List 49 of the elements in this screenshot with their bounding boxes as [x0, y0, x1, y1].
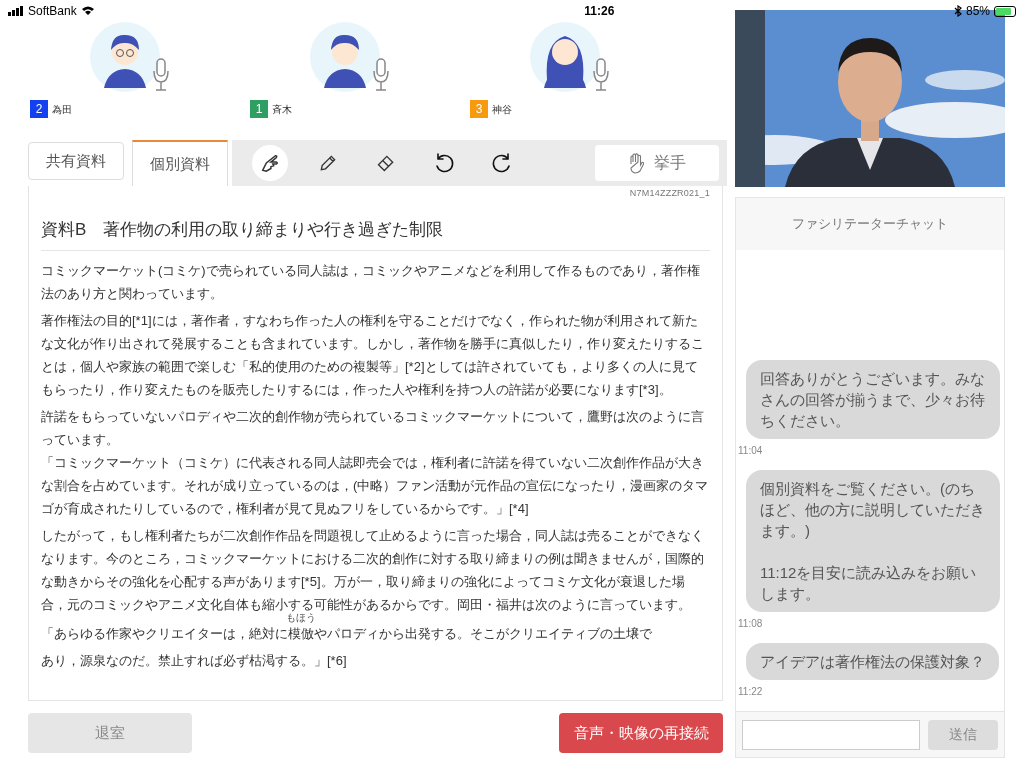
participant-name: 神谷 [492, 102, 512, 117]
hand-pointer-icon [259, 152, 281, 174]
send-button[interactable]: 送信 [928, 719, 998, 750]
document-title: 資料B 著作物の利用の取り締まりや行き過ぎた制限 [41, 216, 710, 251]
quote-text: やパロディから出発する。そこがクリエイティブの土壌で [314, 626, 652, 641]
document-paragraph: 「コミックマーケット（コミケ）に代表される同人誌即売会では，権利者に許諾を得ていない二次創作作品が大きな割合を占めています。それが成り立っているのは，(中略）ファン活動が元作品の宣伝になったり，漫画家のタマゴが育成されたりしているので，権利者が見て見ぬフリをしているからです。」[*4] [41, 454, 710, 518]
avatar-icon [530, 22, 600, 92]
chat-title: ファシリテーターチャット [736, 198, 1004, 250]
microphone-icon[interactable] [152, 58, 170, 92]
quote-text: 「あらゆる作家やクリエイターは，絶対に [41, 626, 288, 641]
leave-button[interactable]: 退室 [28, 713, 192, 753]
participant-number: 3 [470, 100, 488, 118]
ruby-reading: もほう [286, 613, 316, 623]
reconnect-button[interactable]: 音声・映像の再接続 [559, 713, 723, 753]
ruby-base-text: 模倣 [288, 626, 314, 641]
participant-number: 1 [250, 100, 268, 118]
bluetooth-icon [953, 5, 962, 17]
document-paragraph: したがって，もし権利者たちが二次創作作品を問題視して止めるように言った場合，同人誌は売ることができなくなります。今のところ，コミックマーケットにおける二次的創作に対する取り締まりの例は聞きませんが，国際的な動きからその強化を心配する声があります[*5]。万が一，取り締まりの強化によってコミケ文化が衰退した場合，元のコミックやアニメ文化自体も縮小する可能性があるからです。岡田・福井は次のように言っています。 [41, 527, 705, 613]
eraser-icon [376, 153, 396, 173]
wifi-icon [80, 6, 95, 16]
avatar-icon [90, 22, 160, 92]
tool-button[interactable] [252, 145, 288, 181]
microphone-icon[interactable] [592, 58, 610, 92]
message-text: 回答ありがとうございます。みなさんの回答が揃うまで、少々お待ちください。 [760, 369, 986, 431]
message-time: 11:08 [738, 617, 764, 631]
message-text: 個別資料をご覧ください。(のちほど、他の方に説明していただきます。) [760, 479, 986, 541]
message-time: 11:22 [738, 685, 764, 699]
microphone-icon[interactable] [372, 58, 390, 92]
chat-input[interactable] [742, 719, 920, 750]
document-paragraph: コミックマーケット(コミケ)で売られている同人誌は，コミックやアニメなどを利用して作るものであり，著作権法のあり方と関わっています。 [41, 262, 701, 303]
carrier-name: SoftBank [28, 3, 77, 20]
hand-icon [628, 152, 646, 174]
clock-time: 11:26 [584, 3, 615, 20]
document-tab[interactable]: 個別資料 [132, 140, 228, 186]
avatar-icon [310, 22, 380, 92]
document-id: N7M14ZZZR021_1 [628, 187, 711, 200]
document-tab[interactable]: 共有資料 [28, 142, 124, 180]
participant-name: 為田 [52, 102, 72, 117]
pencil-icon [318, 153, 338, 173]
participant-number: 2 [30, 100, 48, 118]
signal-icon [8, 6, 24, 16]
message-text: アイデアは著作権法の保護対象？ [760, 652, 985, 672]
document-paragraph: 著作権法の目的[*1]には，著作者，すなわち作った人の権利を守ることだけでなく，作られた物が利用されて新たな文化が作り出されて発展することも含まれています。しかし，著作物を勝手に真似したり，作り変えたりすることは，個人や家族の範囲で楽しむ「私的使用のための複製等」[*2]としては許されていても，より多くの人に見てもらったり，作り変えたものを販売したりするには，作った人や権利を持つ人の許諾が必要になります[*3]。 [41, 312, 705, 399]
raise-hand-button[interactable]: 挙手 [595, 145, 719, 181]
message-time: 11:04 [738, 444, 764, 458]
message-text: 11:12を目安に読み込みをお願いします。 [760, 563, 978, 604]
document-paragraph: 許諾をもらっていないパロディや二次的創作物が売られているコミックマーケットについて，鷹野は次のように言っています。 [41, 408, 705, 449]
participant-name: 斉木 [272, 102, 292, 117]
quote-text: あり，源泉なのだ。禁止すれば必ず枯渇する。」[*6] [41, 652, 348, 670]
